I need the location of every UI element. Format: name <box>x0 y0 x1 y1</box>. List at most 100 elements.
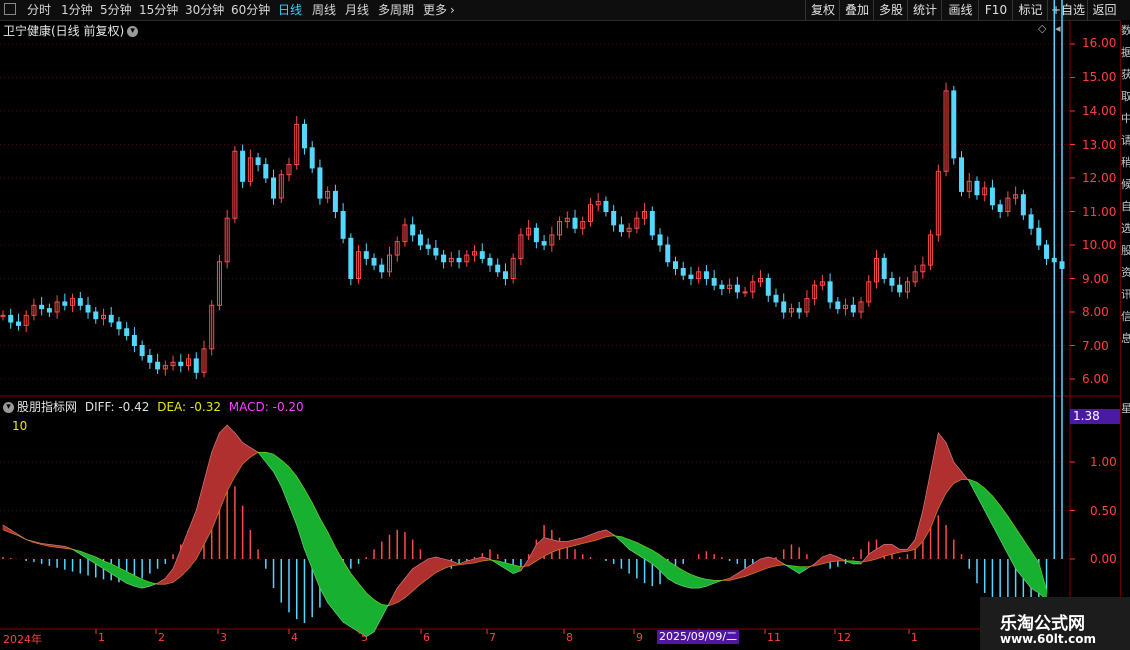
date-label-5: 5 <box>361 631 368 644</box>
price-label-11: 11.00 <box>1082 205 1117 219</box>
candle-body <box>178 361 184 367</box>
ind-label-0: 0.00 <box>1090 552 1117 566</box>
price-label-9: 9.00 <box>1082 272 1109 286</box>
panel-char: 星 <box>1121 402 1130 415</box>
diff-dea-ribbon <box>249 446 259 458</box>
date-label-2: 2 <box>158 631 165 644</box>
panel-char: 讯 <box>1121 288 1130 301</box>
candle-body <box>502 271 508 279</box>
panel-char: 据 <box>1121 46 1130 59</box>
panel-char: 选 <box>1121 222 1130 235</box>
diff-dea-ribbon <box>396 577 406 604</box>
price-label-10: 10.00 <box>1082 238 1117 252</box>
candle-body <box>131 334 137 347</box>
candle-body <box>340 211 346 239</box>
indicator-title[interactable]: ▾ 股朋指标网 DIFF: -0.42 DEA: -0.32 MACD: -0.2… <box>3 398 304 415</box>
candle-body <box>62 301 68 306</box>
candle-body <box>603 200 609 212</box>
diff-dea-ribbon <box>937 431 947 509</box>
candle-body <box>8 314 14 323</box>
candle-body <box>711 278 717 286</box>
price-label-12: 12.00 <box>1082 171 1117 185</box>
diff-dea-ribbon <box>219 424 228 511</box>
candle-body <box>0 314 6 317</box>
dea-value: DEA: -0.32 <box>157 400 221 414</box>
candle-body <box>363 251 369 259</box>
diff-dea-ribbon <box>690 573 700 589</box>
candle-body <box>897 284 903 293</box>
candle-body <box>618 224 624 233</box>
diff-dea-ribbon <box>992 494 1001 540</box>
diff-dea-ribbon <box>211 432 220 531</box>
diff-value: DIFF: -0.42 <box>84 400 150 414</box>
panel-char: 获 <box>1121 68 1130 81</box>
candle-body <box>850 304 856 313</box>
candle-body <box>533 227 539 243</box>
candle-body <box>271 177 277 199</box>
candle-body <box>77 298 83 306</box>
price-label-6: 6.00 <box>1082 372 1109 386</box>
date-label-0: 2024年 <box>3 633 42 646</box>
diff-dea-ribbon <box>667 560 676 584</box>
candle-body <box>116 321 122 330</box>
candle-body <box>835 301 841 310</box>
diff-dea-ribbon <box>945 442 955 495</box>
candle-body <box>348 237 354 280</box>
candle-body <box>974 180 980 196</box>
diff-dea-ribbon <box>984 487 993 526</box>
price-label-15: 15.00 <box>1082 70 1117 84</box>
watermark: 乐淘公式网 www.60lt.com <box>980 597 1130 650</box>
diff-dea-ribbon <box>404 567 414 599</box>
candle-body <box>734 284 740 293</box>
date-label-9: 9 <box>636 631 643 644</box>
diff-dea-ribbon <box>976 481 986 511</box>
diff-dea-ribbon <box>280 459 290 506</box>
candle-body <box>959 157 965 192</box>
diff-dea-ribbon <box>675 565 684 587</box>
date-label-12: 12 <box>837 631 851 644</box>
ind-label-1: 1.00 <box>1090 455 1117 469</box>
date-label-7: 7 <box>489 631 496 644</box>
candle-body <box>1036 227 1042 246</box>
diff-dea-ribbon <box>744 563 754 578</box>
candle-body <box>719 284 725 290</box>
cursor-date: 2025/09/09/二 <box>657 630 740 644</box>
candle-body <box>240 150 246 182</box>
panel-char: 信 <box>1121 310 1130 323</box>
diff-dea-ribbon <box>265 451 274 473</box>
candle-body <box>85 304 91 313</box>
diff-dea-ribbon <box>288 465 298 526</box>
diff-dea-ribbon <box>103 560 112 575</box>
diff-dea-ribbon <box>195 481 205 560</box>
indicator-current-value: 1.38 <box>1070 409 1120 424</box>
panel-char: 稍 <box>1121 156 1130 169</box>
candle-body <box>193 358 199 373</box>
candle-body <box>827 281 833 303</box>
candle-body <box>665 244 671 263</box>
diff-dea-ribbon <box>922 471 931 544</box>
chevron-down-icon[interactable]: ▾ <box>3 402 14 413</box>
right-info-panel[interactable]: 数 据 获 取 中 请 稍 候 自 选 股 资 讯 信 息 星 <box>1120 20 1130 650</box>
candle-body <box>1020 194 1026 216</box>
indicator-param: 10 <box>12 419 28 433</box>
candle-body <box>781 301 787 313</box>
candle-body <box>124 328 130 336</box>
candle-body <box>417 234 423 246</box>
panel-char: 请 <box>1121 134 1130 147</box>
candle-body <box>989 187 995 206</box>
candle-body <box>317 167 323 199</box>
candle-body <box>255 157 261 166</box>
candle-body <box>1028 214 1034 229</box>
candle-body <box>93 311 99 320</box>
candle-body <box>796 308 802 313</box>
watermark-name: 乐淘公式网 <box>1000 614 1085 634</box>
candle-body <box>889 278 895 286</box>
candle-body <box>742 291 748 294</box>
candle-body <box>301 123 307 149</box>
price-label-8: 8.00 <box>1082 305 1109 319</box>
candle-body <box>371 257 377 266</box>
candle-body <box>433 247 439 256</box>
panel-char: 候 <box>1121 178 1130 191</box>
candle-body <box>441 254 447 263</box>
date-label-6: 6 <box>423 631 430 644</box>
